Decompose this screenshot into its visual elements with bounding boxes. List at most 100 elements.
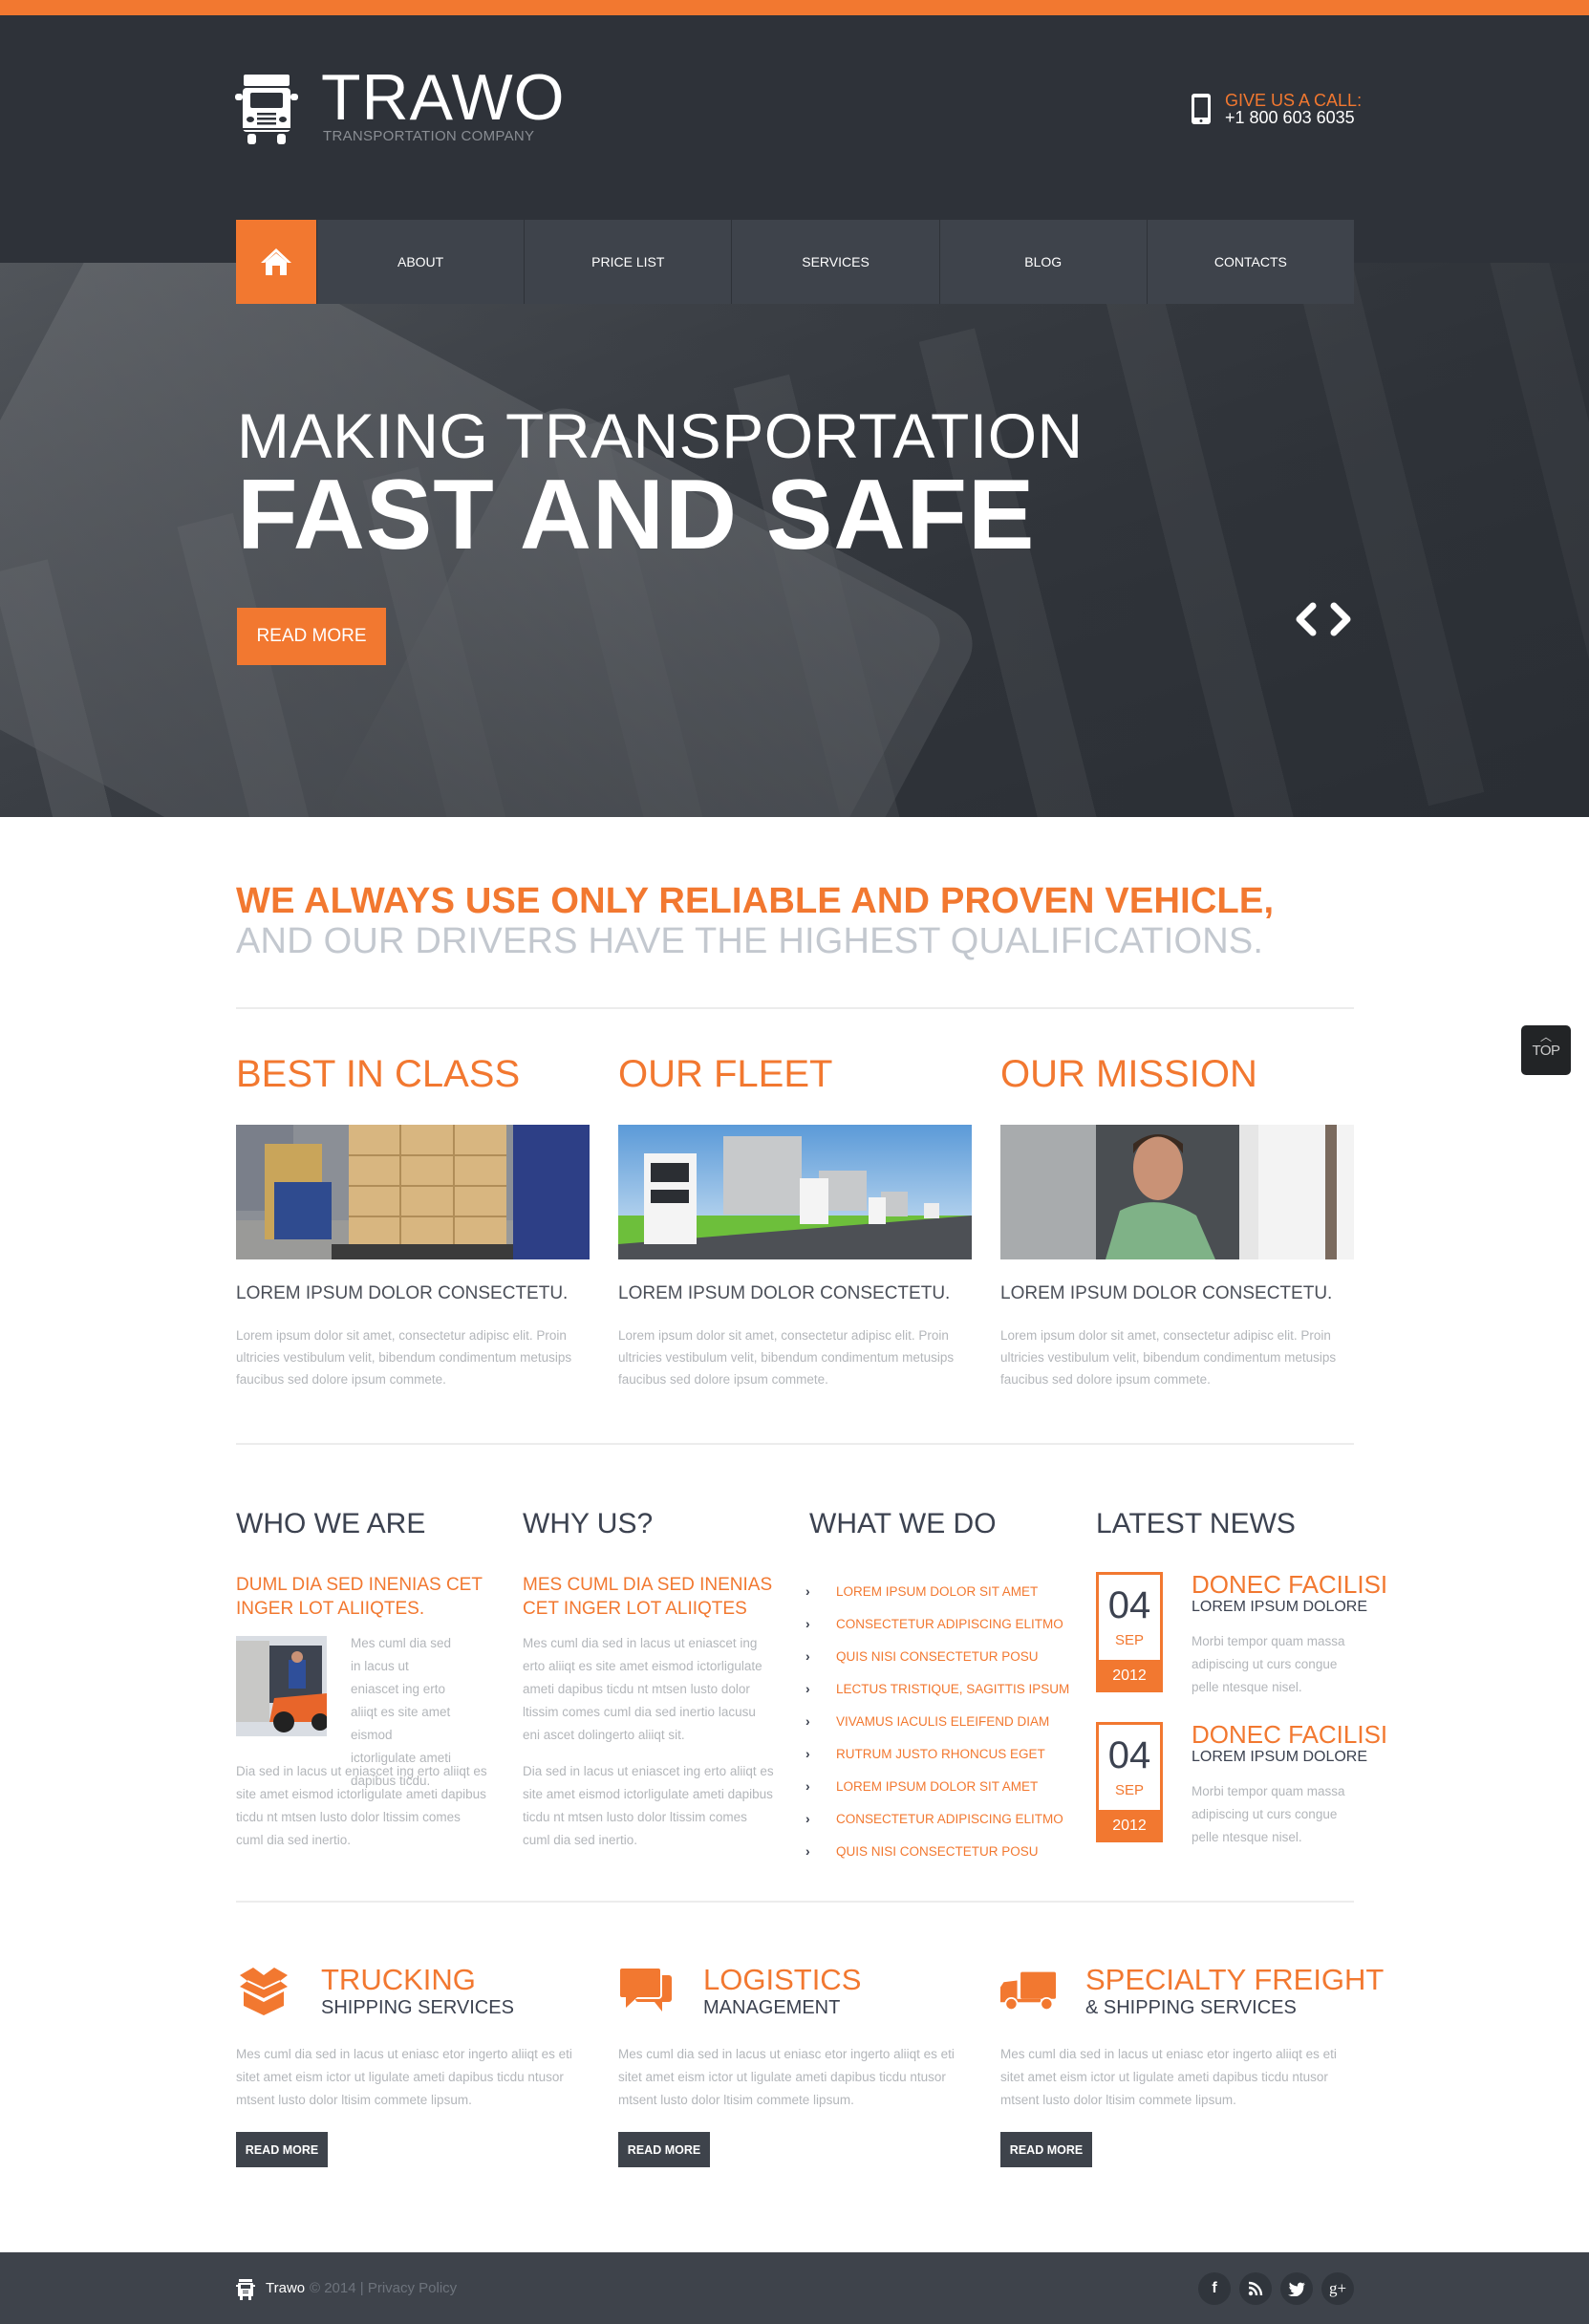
- chevron-right-icon: ›: [805, 1648, 810, 1664]
- news-date-badge: 04 SEP 2012: [1096, 1572, 1163, 1692]
- service-subtitle: SHIPPING SERVICES: [321, 1997, 514, 2018]
- who-we-are-subtitle: DUML DIA SED INENIAS CET INGER LOT ALIIQ…: [236, 1575, 483, 1619]
- feature-subtitle: LOREM IPSUM DOLOR CONSECTETU.: [1000, 1283, 1333, 1303]
- tagline-line2: AND OUR DRIVERS HAVE THE HIGHEST QUALIFI…: [236, 921, 1264, 961]
- feature-subtitle: LOREM IPSUM DOLOR CONSECTETU.: [618, 1283, 951, 1303]
- chat-bubbles-icon: [618, 1967, 672, 2012]
- news-subtitle: LOREM IPSUM DOLORE: [1192, 1599, 1368, 1615]
- forklift-worker-photo[interactable]: [236, 1636, 327, 1736]
- twitter-icon[interactable]: [1280, 2272, 1313, 2305]
- why-us-text: Mes cuml dia sed in lacus ut eniascet in…: [523, 1636, 762, 1742]
- facebook-icon[interactable]: f: [1198, 2272, 1231, 2305]
- service-subtitle: MANAGEMENT: [703, 1997, 841, 2018]
- rss-icon[interactable]: [1239, 2272, 1272, 2305]
- feature-title: OUR MISSION: [1000, 1053, 1257, 1095]
- feature-subtitle: LOREM IPSUM DOLOR CONSECTETU.: [236, 1283, 569, 1303]
- list-item[interactable]: › VIVAMUS IACULIS ELEIFEND DIAM: [805, 1705, 1069, 1737]
- latest-news-heading: LATEST NEWS: [1096, 1508, 1296, 1539]
- chevron-right-icon: ›: [805, 1746, 810, 1761]
- chevron-right-icon[interactable]: [1326, 600, 1355, 638]
- news-date-badge: 04 SEP 2012: [1096, 1722, 1163, 1842]
- news-year: 2012: [1096, 1810, 1163, 1842]
- list-item[interactable]: › LOREM IPSUM DOLOR SIT AMET: [805, 1770, 1069, 1802]
- truck-logo-icon[interactable]: [235, 75, 298, 145]
- nav-item-price-list[interactable]: PRICE LIST: [524, 220, 732, 304]
- feature-text: Lorem ipsum dolor sit amet, consectetur …: [1000, 1328, 1337, 1387]
- tagline-line1: WE ALWAYS USE ONLY RELIABLE AND PROVEN V…: [236, 881, 1275, 921]
- chevron-right-icon: ›: [805, 1778, 810, 1794]
- nav-item-blog[interactable]: BLOG: [938, 220, 1147, 304]
- nav-home[interactable]: [236, 220, 316, 304]
- chevron-right-icon: ›: [805, 1713, 810, 1729]
- nav-item-contacts[interactable]: CONTACTS: [1146, 220, 1355, 304]
- service-subtitle: & SHIPPING SERVICES: [1085, 1997, 1297, 2018]
- chevron-right-icon: ›: [805, 1616, 810, 1631]
- divider: [236, 1443, 1354, 1445]
- footer-brand: Trawo: [266, 2280, 306, 2296]
- list-item[interactable]: › LOREM IPSUM DOLOR SIT AMET: [805, 1575, 1069, 1607]
- chevron-left-icon[interactable]: [1292, 600, 1321, 638]
- main-nav: ABOUT PRICE LIST SERVICES BLOG CONTACTS: [236, 220, 1355, 304]
- service-title: SPECIALTY FREIGHT: [1085, 1963, 1385, 1996]
- service-text: Mes cuml dia sed in lacus ut eniasc etor…: [1000, 2047, 1337, 2107]
- list-item[interactable]: › CONSECTETUR ADIPISCING ELITMO: [805, 1607, 1069, 1640]
- feature-text: Lorem ipsum dolor sit amet, consectetur …: [236, 1328, 572, 1387]
- forklift-boxes-photo[interactable]: [236, 1125, 590, 1259]
- brand-subtitle: TRANSPORTATION COMPANY: [323, 128, 535, 144]
- smiling-driver-photo[interactable]: [1000, 1125, 1354, 1259]
- chevron-right-icon: ›: [805, 1681, 810, 1696]
- trucking-read-more-button[interactable]: READ MORE: [236, 2132, 328, 2167]
- service-text: Mes cuml dia sed in lacus ut eniasc etor…: [236, 2047, 572, 2107]
- nav-item-about[interactable]: ABOUT: [316, 220, 525, 304]
- what-we-do-list: › LOREM IPSUM DOLOR SIT AMET › CONSECTETUR…: [805, 1575, 1069, 1867]
- scroll-top-button[interactable]: ︿ TOP: [1521, 1025, 1571, 1075]
- phone-icon: [1192, 94, 1211, 124]
- list-item[interactable]: › QUIS NISI CONSECTETUR POSU: [805, 1835, 1069, 1867]
- news-day: 04: [1107, 1734, 1151, 1776]
- open-box-icon: [240, 1968, 288, 2015]
- why-us-subtitle: MES CUML DIA SED INENIAS CET INGER LOT A…: [523, 1575, 773, 1619]
- list-item[interactable]: › CONSECTETUR ADIPISCING ELITMO: [805, 1802, 1069, 1835]
- service-title: LOGISTICS: [703, 1963, 862, 1996]
- news-subtitle: LOREM IPSUM DOLORE: [1192, 1749, 1368, 1765]
- feature-title: OUR FLEET: [618, 1053, 833, 1095]
- brand-title[interactable]: TRAWO: [321, 59, 566, 136]
- list-item[interactable]: › LECTUS TRISTIQUE, SAGITTIS IPSUM: [805, 1672, 1069, 1705]
- hero-read-more-button[interactable]: READ MORE: [237, 608, 386, 665]
- who-we-are-heading: WHO WE ARE: [236, 1508, 426, 1539]
- top-accent-bar: [0, 0, 1589, 15]
- divider: [236, 1901, 1354, 1903]
- chevron-right-icon: ›: [805, 1843, 810, 1859]
- feature-text: Lorem ipsum dolor sit amet, consectetur …: [618, 1328, 955, 1387]
- home-icon: [261, 248, 291, 275]
- list-item[interactable]: › QUIS NISI CONSECTETUR POSU: [805, 1640, 1069, 1672]
- news-year: 2012: [1096, 1660, 1163, 1692]
- news-text: Morbi tempor quam massa adipiscing ut cu…: [1192, 1634, 1345, 1694]
- chevron-right-icon: ›: [805, 1583, 810, 1599]
- news-title[interactable]: DONEC FACILISI: [1192, 1570, 1387, 1600]
- footer-copyright[interactable]: © 2014 | Privacy Policy: [310, 2280, 457, 2296]
- divider: [236, 1007, 1354, 1009]
- freight-read-more-button[interactable]: READ MORE: [1000, 2132, 1092, 2167]
- news-text: Morbi tempor quam massa adipiscing ut cu…: [1192, 1784, 1345, 1844]
- google-plus-icon[interactable]: g+: [1321, 2272, 1354, 2305]
- why-us-heading: WHY US?: [523, 1508, 654, 1539]
- nav-item-services[interactable]: SERVICES: [731, 220, 939, 304]
- news-month: SEP: [1114, 1632, 1144, 1648]
- chevron-right-icon: ›: [805, 1811, 810, 1826]
- what-we-do-heading: WHAT WE DO: [809, 1508, 997, 1539]
- news-title[interactable]: DONEC FACILISI: [1192, 1720, 1387, 1750]
- news-month: SEP: [1114, 1782, 1144, 1798]
- service-text: Mes cuml dia sed in lacus ut eniasc etor…: [618, 2047, 955, 2107]
- why-us-text-2: Dia sed in lacus ut eniascet ing erto al…: [523, 1764, 774, 1847]
- call-number[interactable]: +1 800 603 6035: [1225, 108, 1355, 128]
- chevron-up-icon: ︿: [1539, 1030, 1552, 1044]
- list-item[interactable]: › RUTRUM JUSTO RHONCUS EGET: [805, 1737, 1069, 1770]
- feature-title: BEST IN CLASS: [236, 1053, 521, 1095]
- trucks-convoy-photo[interactable]: [618, 1125, 972, 1259]
- who-we-are-text-2: Dia sed in lacus ut eniascet ing erto al…: [236, 1764, 487, 1847]
- truck-icon: [1000, 1971, 1056, 2012]
- truck-logo-icon: [236, 2279, 255, 2300]
- service-title: TRUCKING: [321, 1963, 476, 1996]
- logistics-read-more-button[interactable]: READ MORE: [618, 2132, 710, 2167]
